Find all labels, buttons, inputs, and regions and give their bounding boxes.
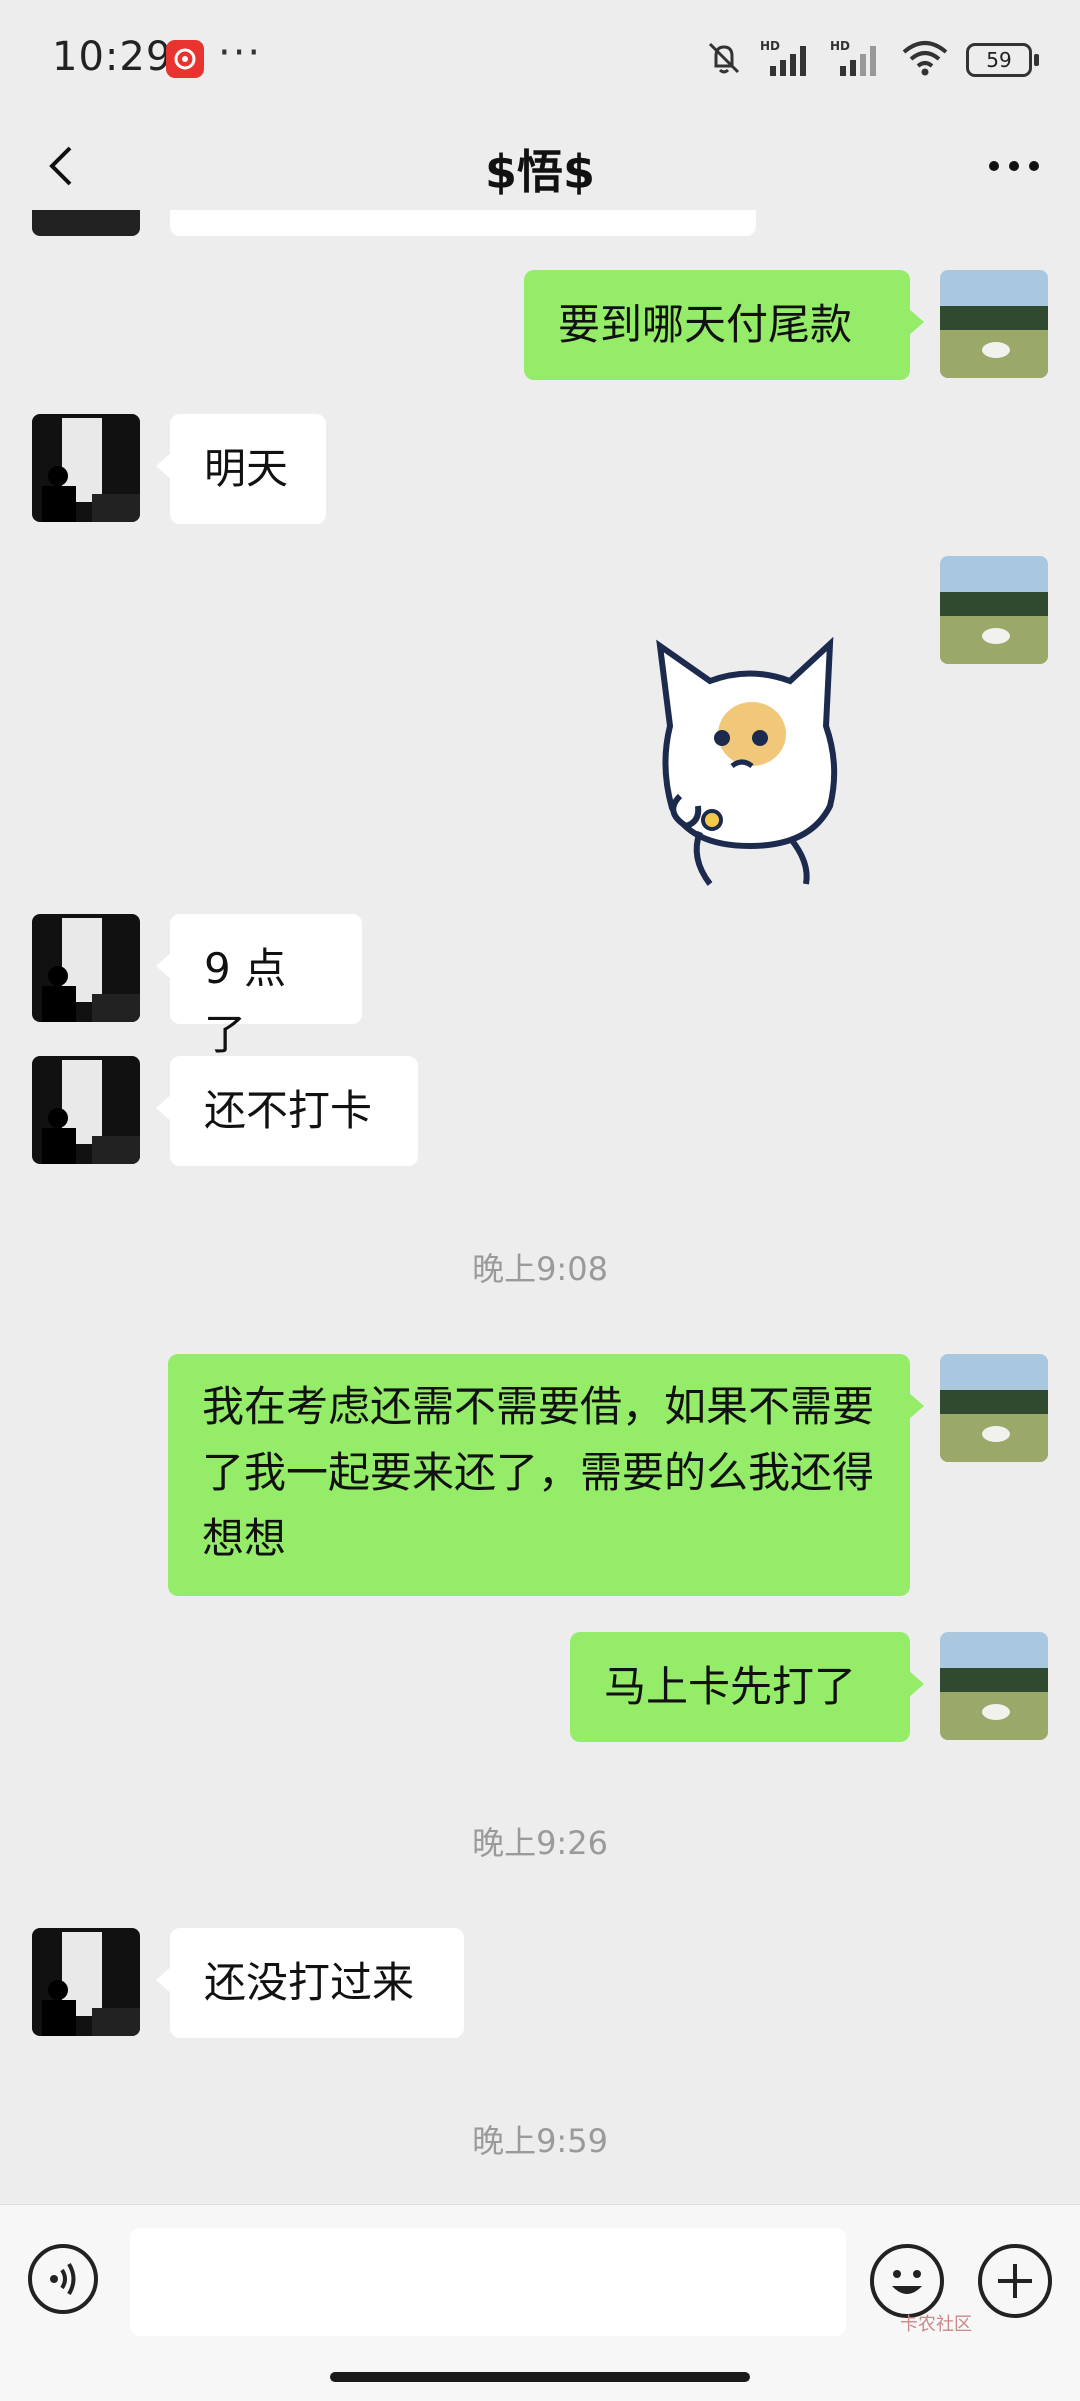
contact-avatar[interactable]	[32, 414, 140, 522]
status-icons: HD HD 59	[704, 38, 1039, 82]
my-avatar[interactable]	[940, 270, 1048, 378]
my-avatar[interactable]	[940, 1354, 1048, 1462]
cat-sticker[interactable]	[640, 626, 860, 886]
timestamp: 晚上9:26	[472, 1824, 608, 1862]
message-bubble-received[interactable]: 明天	[156, 414, 326, 524]
battery-indicator: 59	[966, 43, 1039, 77]
watermark-text: 卡农社区	[900, 2314, 972, 2335]
mute-bell-icon	[704, 38, 744, 82]
cellular-signal-2-icon: HD	[830, 38, 884, 82]
message-text: 9 点了	[204, 944, 287, 1059]
message-text: 还不打卡	[204, 1086, 373, 1135]
message-bubble-received[interactable]: 9 点了	[156, 914, 362, 1059]
message-text: 马上卡先打了	[604, 1662, 857, 1711]
chat-title: $悟$	[484, 145, 595, 199]
more-actions-button[interactable]	[978, 2244, 1052, 2318]
more-options-button[interactable]	[984, 136, 1044, 196]
message-bubble-sent[interactable]: 马上卡先打了	[570, 1632, 924, 1742]
message-input[interactable]	[130, 2228, 846, 2336]
message-text: 明天	[204, 444, 289, 493]
timestamp: 晚上9:59	[472, 2122, 608, 2160]
message-bubble-sent[interactable]: 我在考虑还需不需要借，如果不需要了我一起要来还了，需要的么我还得想想	[168, 1354, 924, 1596]
voice-input-button[interactable]	[28, 2244, 98, 2314]
home-indicator[interactable]	[330, 2372, 750, 2382]
wifi-icon	[900, 38, 950, 82]
status-time: 10:29	[52, 34, 173, 80]
svg-text:HD: HD	[830, 39, 850, 53]
timestamp: 晚上9:08	[472, 1250, 608, 1288]
my-avatar[interactable]	[940, 1632, 1048, 1740]
svg-text:HD: HD	[760, 39, 780, 53]
contact-avatar[interactable]	[32, 1928, 140, 2036]
contact-avatar[interactable]	[32, 914, 140, 1022]
contact-avatar[interactable]	[32, 1056, 140, 1164]
message-bubble-received[interactable]: 还不打卡	[156, 1056, 418, 1166]
message-text: 我在考虑还需不需要借，如果不需要了我一起要来还了，需要的么我还得想想	[202, 1382, 875, 1563]
message-bubble-sent[interactable]: 要到哪天付尾款	[524, 270, 924, 380]
message-bubble-received[interactable]: 还没打过来	[156, 1928, 464, 2038]
more-notifications-icon: ···	[218, 30, 263, 76]
emoji-button[interactable]	[870, 2244, 944, 2318]
message-text: 还没打过来	[204, 1958, 415, 2007]
partial-avatar	[32, 210, 140, 236]
cellular-signal-icon: HD	[760, 38, 814, 82]
partial-bubble	[170, 210, 756, 236]
netease-music-icon	[166, 40, 204, 78]
my-avatar[interactable]	[940, 556, 1048, 664]
message-text: 要到哪天付尾款	[558, 300, 853, 349]
